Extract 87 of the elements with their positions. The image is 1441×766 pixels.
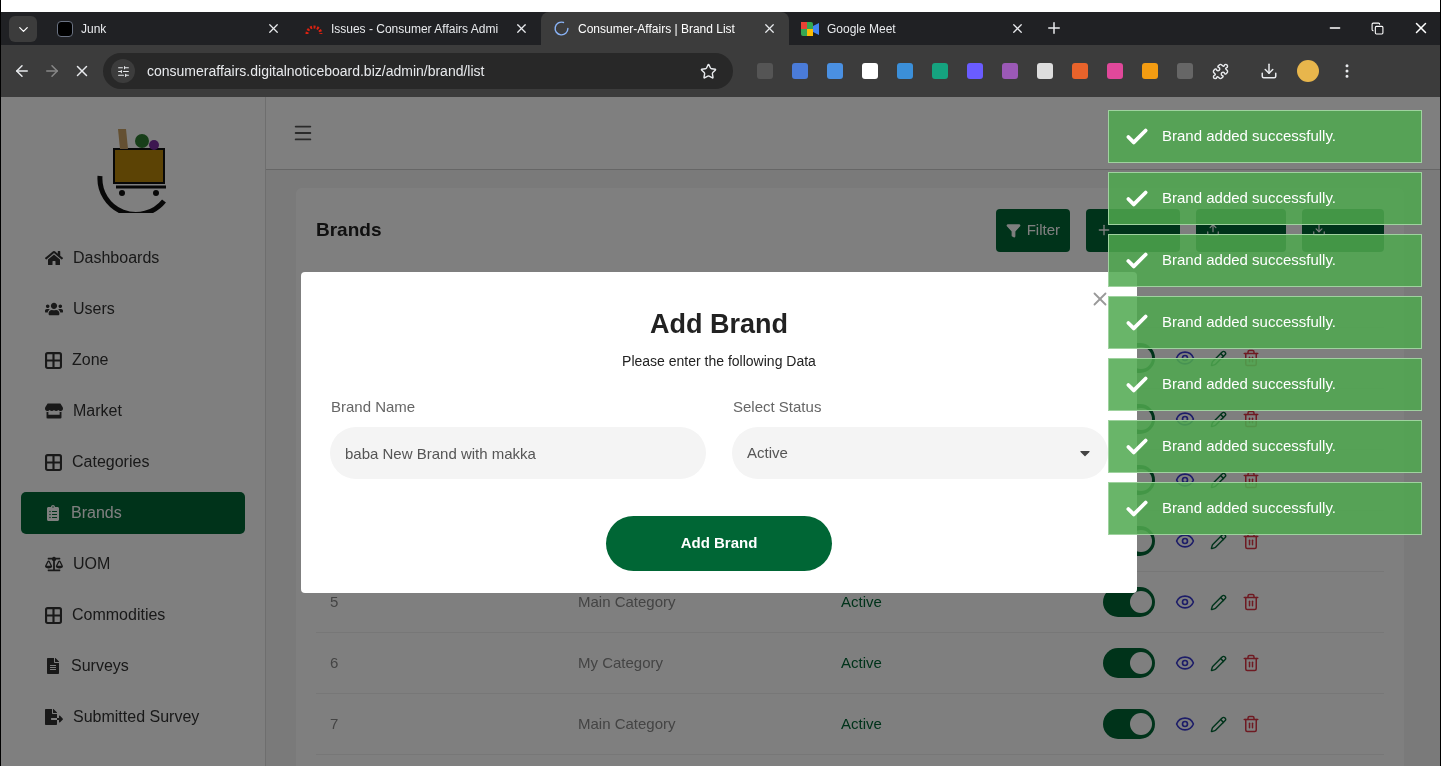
back-icon[interactable] — [13, 62, 31, 80]
delete-icon[interactable] — [1242, 715, 1260, 733]
download-icon[interactable] — [1260, 62, 1278, 80]
bookmark-star-icon[interactable] — [700, 62, 717, 80]
scale-icon — [45, 555, 63, 573]
delete-icon[interactable] — [1242, 654, 1260, 672]
table-cell: Main Category — [578, 714, 676, 732]
toast-message: Brand added successfully. — [1162, 436, 1336, 457]
tab-list-button[interactable] — [9, 16, 37, 42]
sidebar-item[interactable]: Categories — [21, 441, 245, 483]
table-cell: Main Category — [578, 592, 676, 610]
plus-icon — [1096, 222, 1112, 238]
browser-tab[interactable]: Issues - Consumer Affairs Admi — [293, 12, 541, 45]
edit-icon[interactable] — [1210, 715, 1227, 733]
home-icon — [45, 249, 63, 267]
table-cell: 5 — [330, 592, 339, 610]
add-brand-button[interactable]: Add Brand — [606, 516, 832, 571]
grid-icon — [45, 606, 62, 624]
grid-icon — [45, 351, 62, 369]
toggle-switch[interactable] — [1103, 709, 1155, 739]
filter-icon — [1005, 222, 1021, 238]
new-tab-icon[interactable] — [1045, 19, 1063, 37]
toggle-switch[interactable] — [1103, 648, 1155, 678]
browser-tab[interactable]: Google Meet — [789, 12, 1037, 45]
tab-title: Junk — [81, 20, 107, 38]
tab-title: Issues - Consumer Affairs Admi — [330, 20, 499, 38]
profile-avatar[interactable] — [1297, 60, 1319, 82]
toast-message: Brand added successfully. — [1162, 126, 1336, 147]
filter-button[interactable]: Filter — [995, 208, 1070, 252]
sidebar-item[interactable]: Users — [21, 288, 245, 330]
edit-icon[interactable] — [1210, 593, 1227, 611]
page-title: Brands — [316, 217, 383, 242]
browser-tab[interactable]: Junk — [45, 12, 293, 45]
address-bar[interactable]: consumeraffairs.digitalnoticeboard.biz/admin/brand/list — [103, 53, 733, 89]
sidebar-item[interactable]: Commodities — [21, 594, 245, 636]
status-text: Active — [841, 592, 882, 610]
browser-tab[interactable]: Consumer-Affairs | Brand List — [541, 12, 789, 45]
sidebar-item[interactable]: UOM — [21, 543, 245, 585]
toast-message: Brand added successfully. — [1162, 188, 1336, 209]
file-export-icon — [45, 708, 63, 726]
input-field[interactable]: baba New Brand with makka — [330, 427, 706, 479]
dialog-subtitle: Please enter the following Data — [622, 351, 816, 371]
users-icon — [45, 300, 63, 318]
toast-message: Brand added successfully. — [1162, 498, 1336, 519]
sidebar-item[interactable]: Market — [21, 390, 245, 432]
table-cell: 7 — [330, 714, 339, 732]
store-icon — [45, 402, 63, 420]
sliders-icon — [116, 64, 130, 78]
extensions-puzzle-icon[interactable] — [1212, 62, 1229, 80]
sidebar-item[interactable]: Submitted Survey — [21, 696, 245, 738]
view-icon[interactable] — [1175, 653, 1195, 673]
status-text: Active — [841, 653, 882, 671]
tab-title: Google Meet — [827, 20, 896, 38]
document-icon — [45, 658, 61, 674]
sidebar-item[interactable]: Surveys — [21, 645, 245, 687]
table-cell: My Category — [578, 653, 664, 671]
site-info-button[interactable] — [111, 59, 135, 83]
tab-title: Consumer-Affairs | Brand List — [578, 20, 735, 38]
table-cell: 6 — [330, 653, 339, 671]
sidebar-item[interactable]: Brands — [21, 492, 245, 534]
toast-message: Brand added successfully. — [1162, 374, 1336, 395]
status-select[interactable]: Active — [732, 427, 1108, 479]
url-text: consumeraffairs.digitalnoticeboard.biz/admin/brand/list — [147, 61, 486, 81]
close-icon[interactable] — [762, 21, 777, 36]
toast-message: Brand added successfully. — [1162, 250, 1336, 271]
dialog-title: Add Brand — [650, 308, 788, 341]
field-label: Brand Name — [330, 396, 417, 417]
close-icon[interactable] — [514, 21, 529, 36]
view-icon[interactable] — [1175, 714, 1195, 734]
sidebar-item[interactable]: Dashboards — [21, 237, 245, 279]
video-camera-icon — [801, 21, 819, 36]
view-icon[interactable] — [1175, 592, 1195, 612]
sidebar-item[interactable]: Zone — [21, 339, 245, 381]
status-text: Active — [841, 714, 882, 732]
edit-icon[interactable] — [1210, 654, 1227, 672]
toast-message: Brand added successfully. — [1162, 312, 1336, 333]
close-icon[interactable] — [266, 21, 281, 36]
grid-icon — [45, 453, 62, 471]
edit-icon[interactable] — [1210, 532, 1227, 550]
tab-favicon-icon — [57, 20, 73, 37]
field-label: Select Status — [732, 396, 823, 417]
forward-icon[interactable] — [43, 62, 61, 80]
delete-icon[interactable] — [1242, 593, 1260, 611]
loading-icon — [553, 20, 570, 37]
restore-icon[interactable] — [1371, 21, 1384, 35]
clipboard-icon — [45, 505, 61, 521]
close-icon[interactable] — [1010, 21, 1025, 36]
